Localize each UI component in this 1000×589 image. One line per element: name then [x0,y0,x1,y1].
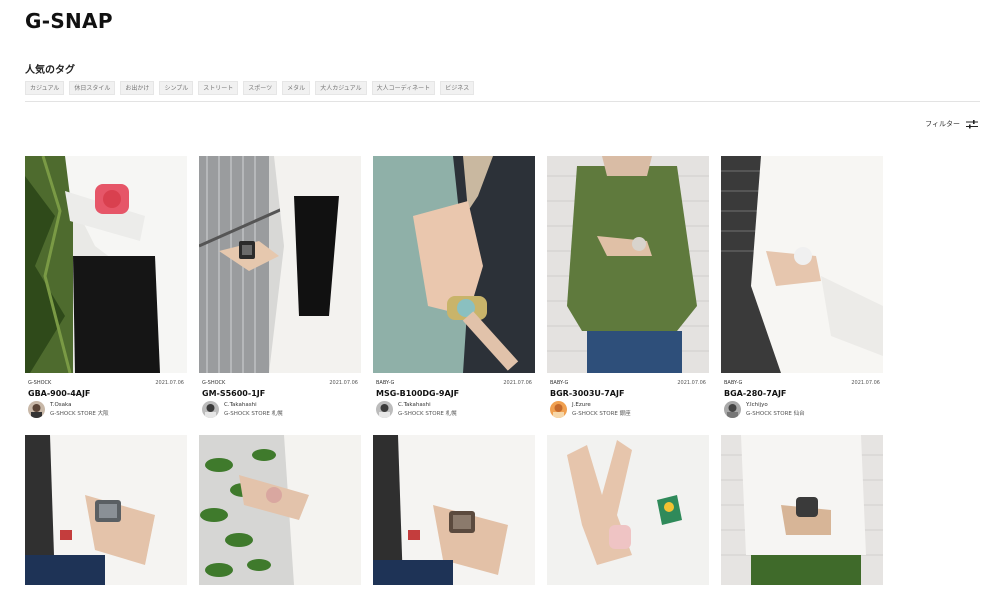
snap-meta: G-SHOCK 2021.07.06 GBA-900-4AJF T.Osaka … [25,373,187,418]
snap-photo[interactable] [721,435,883,585]
author-store: G-SHOCK STORE 札幌 [398,411,457,417]
snap-photo[interactable] [25,156,187,373]
snap-card[interactable] [373,435,535,585]
snap-card[interactable] [25,435,187,585]
snap-card[interactable]: G-SHOCK 2021.07.06 GM-S5600-1JF C.Takaha… [199,156,361,418]
author[interactable]: C.Takahashi G-SHOCK STORE 札幌 [202,401,283,418]
tag-metal[interactable]: メタル [282,81,311,95]
sliders-icon [966,119,978,129]
filter-button[interactable]: フィルター [925,119,978,129]
author[interactable]: Y.Ichijyo G-SHOCK STORE 仙台 [724,401,805,418]
tag-business[interactable]: ビジネス [440,81,475,95]
tag-casual[interactable]: カジュアル [25,81,65,95]
popular-tags-title: 人気のタグ [25,65,75,76]
tag-street[interactable]: ストリート [198,81,239,95]
snap-meta: BABY-G 2021.07.06 BGA-280-7AJF Y.Ichijyo… [721,373,883,418]
snap-card[interactable] [721,435,883,585]
brand-label: BABY-G [376,380,395,386]
model-number[interactable]: BGR-3003U-7AJF [550,389,624,398]
brand-label: BABY-G [724,380,743,386]
author-store: G-SHOCK STORE 札幌 [224,411,283,417]
snap-photo[interactable] [373,156,535,373]
author-name: C.Takahashi [398,402,431,408]
snap-photo[interactable] [547,156,709,373]
tag-adult-casual[interactable]: 大人カジュアル [315,81,367,95]
model-number[interactable]: BGA-280-7AJF [724,389,786,398]
popular-tags-list: カジュアル 休日スタイル お出かけ シンプル ストリート スポーツ メタル 大人… [25,81,475,95]
brand-label: G-SHOCK [28,380,52,386]
section-divider [25,101,980,102]
post-date: 2021.07.06 [851,380,880,386]
model-number[interactable]: GBA-900-4AJF [28,389,90,398]
snap-meta: BABY-G 2021.07.06 MSG-B100DG-9AJF C.Taka… [373,373,535,418]
snap-card[interactable]: G-SHOCK 2021.07.06 GBA-900-4AJF T.Osaka … [25,156,187,418]
model-number[interactable]: MSG-B100DG-9AJF [376,389,459,398]
snap-card[interactable] [199,435,361,585]
author-name: Y.Ichijyo [746,402,768,408]
snap-card[interactable]: BABY-G 2021.07.06 BGA-280-7AJF Y.Ichijyo… [721,156,883,418]
tag-sports[interactable]: スポーツ [243,81,278,95]
post-date: 2021.07.06 [503,380,532,386]
snap-meta: G-SHOCK 2021.07.06 GM-S5600-1JF C.Takaha… [199,373,361,418]
brand-label: BABY-G [550,380,569,386]
post-date: 2021.07.06 [677,380,706,386]
snap-card[interactable] [547,435,709,585]
brand-label: G-SHOCK [202,380,226,386]
snap-card[interactable]: BABY-G 2021.07.06 BGR-3003U-7AJF J.Ezure… [547,156,709,418]
tag-adult-coordinate[interactable]: 大人コーディネート [371,81,436,95]
avatar [28,401,45,418]
snap-meta: BABY-G 2021.07.06 BGR-3003U-7AJF J.Ezure… [547,373,709,418]
author-name: J.Ezure [572,402,591,408]
snap-photo[interactable] [721,156,883,373]
snap-photo[interactable] [547,435,709,585]
tag-holiday-style[interactable]: 休日スタイル [69,81,116,95]
filter-label: フィルター [925,120,960,128]
author-store: G-SHOCK STORE 仙台 [746,411,805,417]
avatar [202,401,219,418]
author[interactable]: C.Takahashi G-SHOCK STORE 札幌 [376,401,457,418]
author-store: G-SHOCK STORE 大阪 [50,411,109,417]
author[interactable]: T.Osaka G-SHOCK STORE 大阪 [28,401,109,418]
avatar [376,401,393,418]
post-date: 2021.07.06 [329,380,358,386]
snap-photo[interactable] [199,156,361,373]
snap-photo[interactable] [25,435,187,585]
snap-photo[interactable] [199,435,361,585]
tag-simple[interactable]: シンプル [159,81,194,95]
tag-outing[interactable]: お出かけ [120,81,155,95]
site-logo[interactable]: G-SNAP [25,9,113,33]
avatar [724,401,741,418]
author-name: T.Osaka [50,402,72,408]
model-number[interactable]: GM-S5600-1JF [202,389,265,398]
author-store: G-SHOCK STORE 銀座 [572,411,631,417]
snap-photo[interactable] [373,435,535,585]
snap-grid: G-SHOCK 2021.07.06 GBA-900-4AJF T.Osaka … [25,156,883,585]
snap-card[interactable]: BABY-G 2021.07.06 MSG-B100DG-9AJF C.Taka… [373,156,535,418]
author[interactable]: J.Ezure G-SHOCK STORE 銀座 [550,401,631,418]
author-name: C.Takahashi [224,402,257,408]
avatar [550,401,567,418]
post-date: 2021.07.06 [155,380,184,386]
